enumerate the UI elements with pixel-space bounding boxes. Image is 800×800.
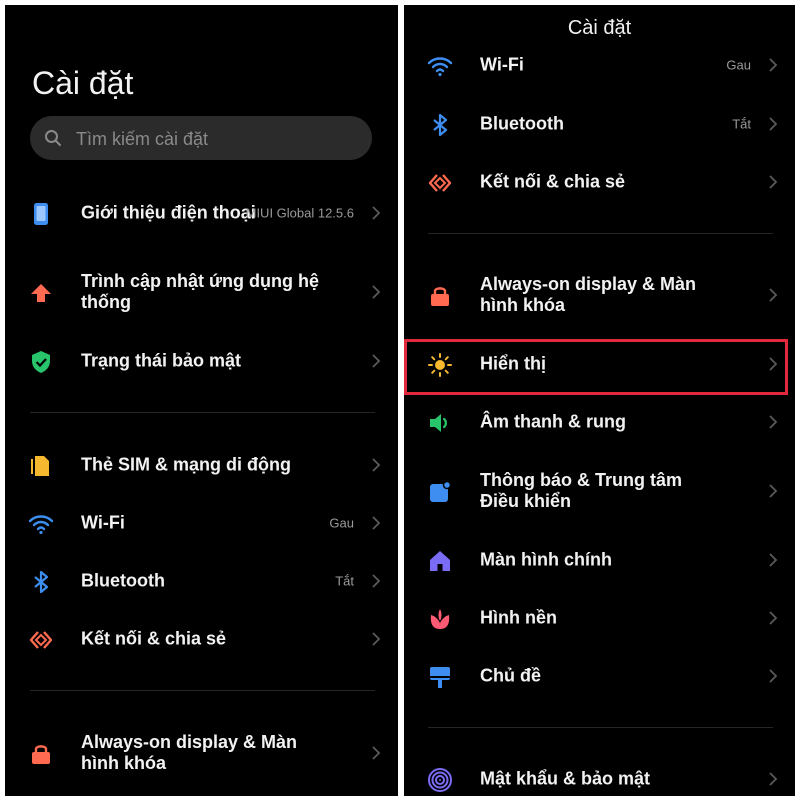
- wifi-icon: [28, 511, 54, 537]
- settings-item-label: Always-on display & Màn hình khóa: [81, 732, 298, 773]
- section-divider: [30, 412, 375, 413]
- chevron-right-icon: [371, 631, 381, 647]
- settings-item-label: Âm thanh & rung: [480, 411, 626, 432]
- fingerprint-icon: [427, 767, 453, 793]
- settings-item-value: MIUI Global 12.5.6: [245, 205, 354, 221]
- settings-item-value: Gau: [726, 57, 751, 73]
- chevron-right-icon: [768, 552, 778, 568]
- connection-share-icon: [28, 627, 54, 653]
- chevron-right-icon: [768, 174, 778, 190]
- bluetooth-icon: [427, 112, 453, 138]
- arrow-up-icon: [28, 280, 54, 306]
- chevron-right-icon: [768, 57, 778, 73]
- settings-item-connection-sharing[interactable]: Kết nối & chia sẻ: [404, 154, 795, 210]
- settings-item-label: Thẻ SIM & mạng di động: [81, 454, 291, 475]
- section-divider: [30, 690, 375, 691]
- search-icon: [45, 130, 61, 146]
- chevron-right-icon: [371, 353, 381, 369]
- section-divider: [428, 727, 773, 728]
- settings-item-sim-mobile-network[interactable]: Thẻ SIM & mạng di động: [5, 437, 398, 493]
- lock-icon: [427, 283, 453, 309]
- chevron-right-icon: [768, 116, 778, 132]
- chevron-right-icon: [768, 414, 778, 430]
- chevron-right-icon: [768, 610, 778, 626]
- settings-item-label: Màn hình chính: [480, 549, 612, 570]
- chevron-right-icon: [768, 668, 778, 684]
- settings-item-home-screen[interactable]: Màn hình chính: [404, 532, 795, 588]
- chevron-right-icon: [768, 287, 778, 303]
- sim-card-icon: [28, 453, 54, 479]
- settings-item-label: Chủ đề: [480, 665, 541, 686]
- settings-item-label: Thông báo & Trung tâm Điều khiển: [480, 470, 682, 511]
- settings-item-about-phone[interactable]: Giới thiệu điện thoại MIUI Global 12.5.6: [5, 185, 398, 241]
- settings-item-wifi[interactable]: Wi-Fi Gau: [5, 495, 398, 551]
- chevron-right-icon: [371, 745, 381, 761]
- settings-item-value: Tắt: [732, 116, 751, 132]
- chevron-right-icon: [371, 515, 381, 531]
- speaker-icon: [427, 410, 453, 436]
- settings-item-label: Kết nối & chia sẻ: [81, 628, 227, 649]
- settings-item-label: Always-on display & Màn hình khóa: [480, 274, 697, 315]
- settings-item-themes[interactable]: Chủ đề: [404, 648, 795, 704]
- settings-item-label: Hình nền: [480, 607, 557, 628]
- right-settings-screen: Cài đặt Wi-Fi Gau Bluetooth Tắt Kết nối …: [404, 5, 795, 796]
- settings-item-value: Gau: [329, 515, 354, 531]
- left-settings-screen: Cài đặt Giới thiệu điện thoại MIUI Globa…: [5, 5, 398, 796]
- settings-item-wifi[interactable]: Wi-Fi Gau: [404, 37, 795, 93]
- search-bar[interactable]: [30, 116, 372, 162]
- settings-item-label: Trình cập nhật ứng dụng hệ thống: [81, 271, 320, 312]
- settings-item-bluetooth[interactable]: Bluetooth Tắt: [5, 553, 398, 609]
- settings-item-system-app-updater[interactable]: Trình cập nhật ứng dụng hệ thống: [5, 264, 398, 320]
- chevron-right-icon: [371, 205, 381, 221]
- search-input[interactable]: [74, 116, 358, 162]
- lock-icon: [28, 741, 54, 767]
- settings-item-label: Wi-Fi: [480, 54, 524, 75]
- chevron-right-icon: [371, 457, 381, 473]
- settings-item-security-status[interactable]: Trạng thái bảo mật: [5, 333, 398, 389]
- settings-item-sound-vibration[interactable]: Âm thanh & rung: [404, 394, 795, 450]
- notification-icon: [427, 479, 453, 505]
- settings-item-value: Tắt: [335, 573, 354, 589]
- settings-item-always-on-lock-screen[interactable]: Always-on display & Màn hình khóa: [5, 725, 398, 781]
- theme-icon: [427, 664, 453, 690]
- highlight-box: [404, 339, 788, 395]
- settings-item-label: Trạng thái bảo mật: [81, 350, 242, 371]
- chevron-right-icon: [768, 771, 778, 787]
- settings-item-connection-sharing[interactable]: Kết nối & chia sẻ: [5, 611, 398, 667]
- settings-item-notifications-control-center[interactable]: Thông báo & Trung tâm Điều khiển: [404, 463, 795, 519]
- settings-item-label: Wi-Fi: [81, 512, 125, 533]
- bluetooth-icon: [28, 569, 54, 595]
- chevron-right-icon: [371, 573, 381, 589]
- connection-share-icon: [427, 170, 453, 196]
- settings-item-password-security[interactable]: Mật khẩu & bảo mật: [404, 751, 795, 796]
- chevron-right-icon: [371, 284, 381, 300]
- shield-check-icon: [28, 349, 54, 375]
- wallpaper-icon: [427, 606, 453, 632]
- settings-item-always-on-lock-screen[interactable]: Always-on display & Màn hình khóa: [404, 267, 795, 323]
- settings-item-label: Bluetooth: [81, 570, 165, 591]
- phone-icon: [28, 201, 54, 227]
- settings-item-bluetooth[interactable]: Bluetooth Tắt: [404, 96, 795, 152]
- chevron-right-icon: [768, 483, 778, 499]
- section-divider: [428, 233, 773, 234]
- wifi-icon: [427, 53, 453, 79]
- settings-item-label: Mật khẩu & bảo mật: [480, 768, 651, 789]
- page-title: Cài đặt: [32, 65, 134, 101]
- settings-item-wallpaper[interactable]: Hình nền: [404, 590, 795, 646]
- settings-item-label: Kết nối & chia sẻ: [480, 171, 626, 192]
- settings-item-label: Bluetooth: [480, 113, 564, 134]
- home-icon: [427, 548, 453, 574]
